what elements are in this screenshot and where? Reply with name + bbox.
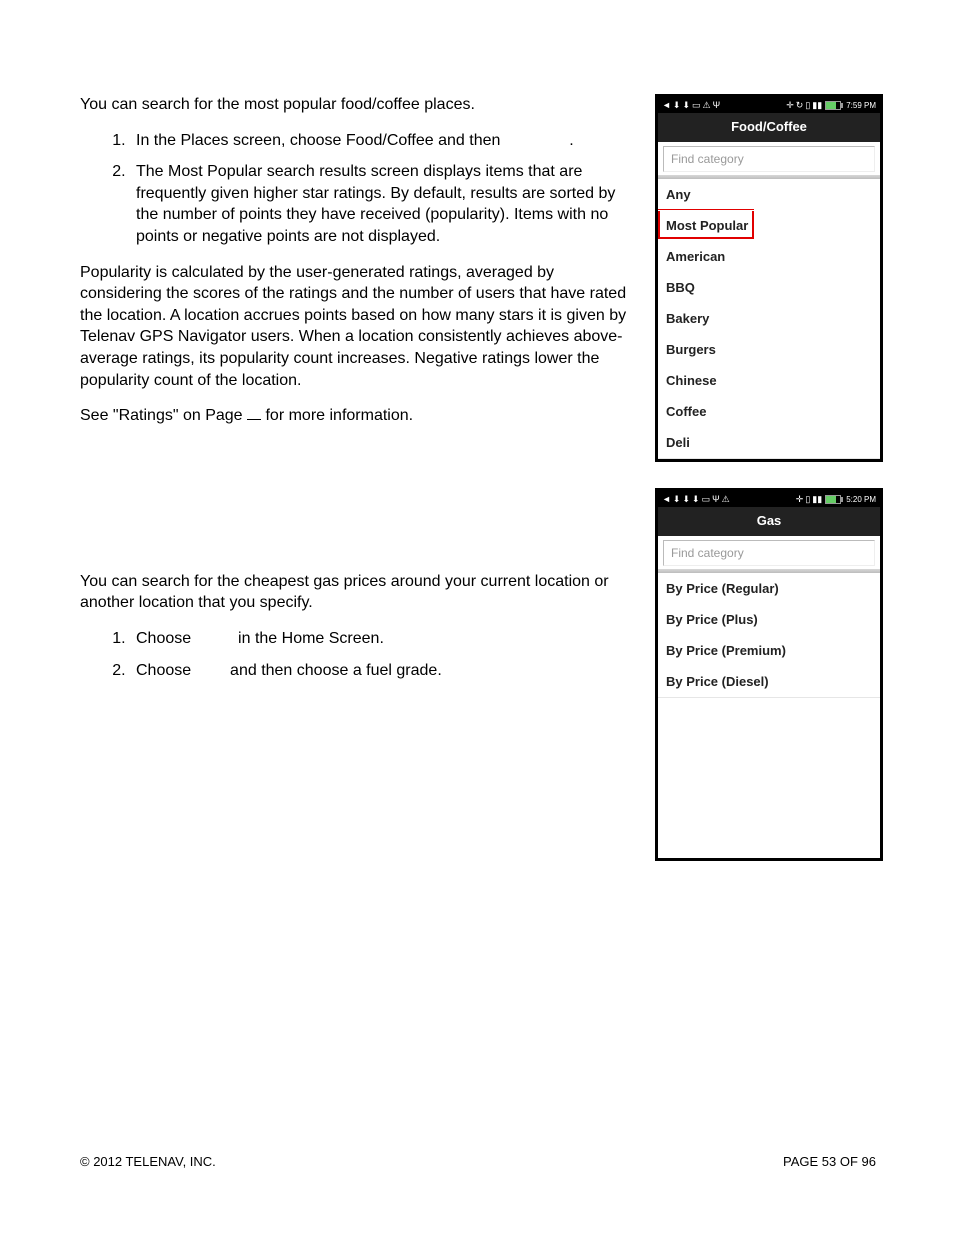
list-item[interactable]: Coffee [658,397,880,428]
paragraph-intro-food: You can search for the most popular food… [80,94,635,116]
list-item[interactable]: American [658,242,880,273]
gps-icon: ✛ [796,495,804,504]
category-list-food: AnyMost PopularAmericanBBQBakeryBurgersC… [658,180,880,459]
statusbar-gas: ◄ ⬇ ⬇ ⬇ ▭ Ψ ⚠ ✛ ▯ ▮▮ 5:20 PM [658,491,880,507]
step-1-gas: Choose in the Home Screen. [130,628,635,650]
paragraph-intro-gas: You can search for the cheapest gas pric… [80,571,635,614]
volume-icon: ◄ [662,101,671,110]
step-1-gas-post: in the Home Screen. [238,630,384,647]
list-item[interactable]: By Price (Regular) [658,574,880,605]
step-2-gas: Choose and then choose a fuel grade. [130,660,635,682]
signal-icon: ▮▮ [812,101,822,110]
status-left-icons: ◄ ⬇ ⬇ ▭ ⚠ Ψ [662,101,720,110]
network-icon: ▯ [805,101,810,110]
step-1-food: In the Places screen, choose Food/Coffee… [130,130,635,152]
phone-title-food: Food/Coffee [658,113,880,142]
page: You can search for the most popular food… [0,0,954,1235]
signal-icon: ▮▮ [812,495,822,504]
page-footer: © 2012 TELENAV, INC. PAGE 53 OF 96 [80,1154,876,1169]
list-item[interactable]: Most Popular [658,211,880,242]
warning-icon: ⚠ [703,101,711,110]
content-columns: You can search for the most popular food… [80,94,876,887]
volume-icon: ◄ [662,495,671,504]
picture-icon: ▭ [692,101,701,110]
empty-space [658,698,880,858]
gps-icon: ✛ [786,101,794,110]
phone-screenshot-food: ◄ ⬇ ⬇ ▭ ⚠ Ψ ✛ ↻ ▯ ▮▮ 7:59 PM [655,94,883,462]
body-text-column: You can search for the most popular food… [80,94,635,887]
step-2-food: The Most Popular search results screen d… [130,161,635,247]
phone-title-gas: Gas [658,507,880,536]
steps-list-food: In the Places screen, choose Food/Coffee… [80,130,635,248]
status-time: 5:20 PM [846,495,876,504]
step-1-gas-pre: Choose [136,630,196,647]
usb-icon: Ψ [712,495,720,504]
download3-icon: ⬇ [692,495,700,504]
see-ratings-post: for more information. [261,407,413,424]
network-icon: ▯ [805,495,810,504]
usb-icon: Ψ [713,101,721,110]
step-1-food-post: . [569,132,573,149]
list-item[interactable]: Burgers [658,335,880,366]
status-time: 7:59 PM [846,101,876,110]
search-input-food[interactable]: Find category [663,146,875,172]
status-right-icons: ✛ ▯ ▮▮ 5:20 PM [796,495,876,504]
footer-page-number: PAGE 53 OF 96 [783,1154,876,1169]
warning-icon: ⚠ [722,495,730,504]
download-icon: ⬇ [673,101,681,110]
status-right-icons: ✛ ↻ ▯ ▮▮ 7:59 PM [786,101,876,110]
paragraph-see-ratings: See "Ratings" on Page for more informati… [80,405,635,427]
list-item[interactable]: BBQ [658,273,880,304]
download2-icon: ⬇ [682,101,690,110]
download-icon: ⬇ [673,495,681,504]
list-item[interactable]: By Price (Diesel) [658,667,880,698]
statusbar-food: ◄ ⬇ ⬇ ▭ ⚠ Ψ ✛ ↻ ▯ ▮▮ 7:59 PM [658,97,880,113]
status-left-icons: ◄ ⬇ ⬇ ⬇ ▭ Ψ ⚠ [662,495,730,504]
list-item[interactable]: By Price (Premium) [658,636,880,667]
sync-icon: ↻ [796,101,804,110]
paragraph-popularity: Popularity is calculated by the user-gen… [80,262,635,392]
search-input-gas[interactable]: Find category [663,540,875,566]
step-2-gas-post: and then choose a fuel grade. [230,662,442,679]
list-item[interactable]: Chinese [658,366,880,397]
picture-icon: ▭ [702,495,711,504]
battery-icon [825,101,841,110]
list-item[interactable]: Bakery [658,304,880,335]
phone-screenshot-gas: ◄ ⬇ ⬇ ⬇ ▭ Ψ ⚠ ✛ ▯ ▮▮ 5:20 PM [655,488,883,861]
page-blank-underline [247,419,261,420]
list-item[interactable]: By Price (Plus) [658,605,880,636]
step-2-gas-pre: Choose [136,662,196,679]
footer-copyright: © 2012 TELENAV, INC. [80,1154,216,1169]
list-item[interactable]: Any [658,180,880,211]
download2-icon: ⬇ [682,495,690,504]
screenshots-column: ◄ ⬇ ⬇ ▭ ⚠ Ψ ✛ ↻ ▯ ▮▮ 7:59 PM [655,94,883,887]
category-list-gas: By Price (Regular)By Price (Plus)By Pric… [658,574,880,698]
list-item[interactable]: Deli [658,428,880,459]
section-gap [80,441,635,571]
step-1-food-pre: In the Places screen, choose Food/Coffee… [136,132,505,149]
see-ratings-pre: See "Ratings" on Page [80,407,247,424]
battery-icon [825,495,841,504]
steps-list-gas: Choose in the Home Screen. Choose and th… [80,628,635,681]
